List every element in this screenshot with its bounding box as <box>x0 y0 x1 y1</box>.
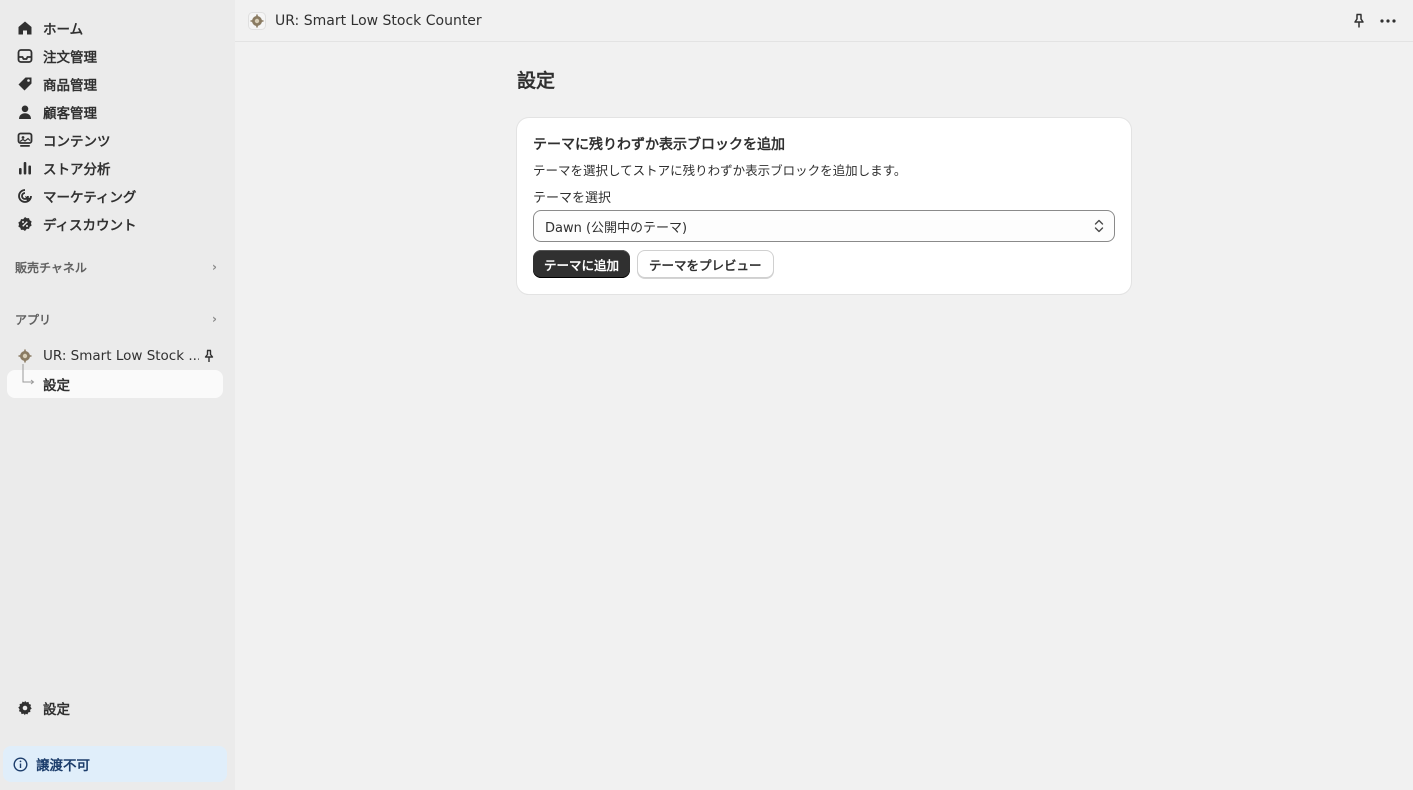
nav-item-content[interactable]: コンテンツ <box>7 126 223 154</box>
preview-theme-button[interactable]: テーマをプレビュー <box>637 250 774 278</box>
more-options-icon[interactable] <box>1379 13 1397 29</box>
nav-item-analytics[interactable]: ストア分析 <box>7 154 223 182</box>
pin-icon[interactable] <box>1351 13 1367 29</box>
pin-icon[interactable] <box>199 349 219 363</box>
app-logo-icon <box>248 11 266 30</box>
discount-icon <box>7 216 43 232</box>
content-icon <box>7 132 43 148</box>
bar-chart-icon <box>7 160 43 176</box>
apps-section[interactable]: アプリ › <box>15 309 217 329</box>
nav-item-label: ホーム <box>43 22 84 38</box>
card-description: テーマを選択してストアに残りわずか表示ブロックを追加します。 <box>533 163 907 178</box>
nav-item-orders[interactable]: 注文管理 <box>7 42 223 70</box>
card-title: テーマに残りわずか表示ブロックを追加 <box>533 137 785 153</box>
app-logo-icon <box>7 349 43 363</box>
sidebar-item-settings[interactable]: 設定 <box>7 694 223 722</box>
theme-select[interactable]: Dawn (公開中のテーマ) <box>533 210 1115 242</box>
gear-icon <box>7 700 43 716</box>
theme-select-value: Dawn (公開中のテーマ) <box>545 220 688 236</box>
info-icon <box>13 756 28 772</box>
page-title: 設定 <box>517 70 556 92</box>
chevron-right-icon: › <box>212 260 217 274</box>
select-caret-icon <box>1094 218 1104 234</box>
nav-item-label: マーケティング <box>43 190 137 206</box>
sidebar: ホーム 注文管理 商品管理 顧客管理 コンテンツ ストア分析 マーケティング デ… <box>0 0 235 790</box>
nav-item-label: 注文管理 <box>43 50 97 66</box>
sidebar-app-item[interactable]: UR: Smart Low Stock ... <box>7 342 223 370</box>
home-icon <box>7 20 43 36</box>
status-banner[interactable]: 譲渡不可 <box>3 746 227 782</box>
inbox-icon <box>7 48 43 64</box>
nav-item-discounts[interactable]: ディスカウント <box>7 210 223 238</box>
sidebar-item-app-settings[interactable]: 設定 <box>7 364 223 398</box>
sub-item-label: 設定 <box>43 378 70 394</box>
nav-item-label: ストア分析 <box>43 162 111 178</box>
app-item-label: UR: Smart Low Stock ... <box>43 348 199 364</box>
nav-item-label: コンテンツ <box>43 134 111 150</box>
nav-item-label: 商品管理 <box>43 78 97 94</box>
nav-item-marketing[interactable]: マーケティング <box>7 182 223 210</box>
apps-label: アプリ <box>15 312 52 327</box>
app-topbar: UR: Smart Low Stock Counter <box>235 0 1413 42</box>
tag-icon <box>7 76 43 92</box>
status-label: 譲渡不可 <box>36 758 90 774</box>
sales-channels-section[interactable]: 販売チャネル › <box>15 257 217 277</box>
nav-item-products[interactable]: 商品管理 <box>7 70 223 98</box>
person-icon <box>7 104 43 120</box>
theme-select-label: テーマを選択 <box>533 191 612 206</box>
nav-item-home[interactable]: ホーム <box>7 14 223 42</box>
add-to-theme-button[interactable]: テーマに追加 <box>533 250 631 278</box>
nav-item-customers[interactable]: 顧客管理 <box>7 98 223 126</box>
nav-item-label: ディスカウント <box>43 218 137 234</box>
nav-item-label: 設定 <box>43 702 70 718</box>
tree-connector-icon <box>7 364 43 398</box>
target-icon <box>7 188 43 204</box>
add-block-card: テーマに残りわずか表示ブロックを追加 テーマを選択してストアに残りわずか表示ブロ… <box>517 118 1131 294</box>
sales-channels-label: 販売チャネル <box>15 260 87 275</box>
chevron-right-icon: › <box>212 312 217 326</box>
nav-item-label: 顧客管理 <box>43 106 97 122</box>
app-title: UR: Smart Low Stock Counter <box>275 12 482 29</box>
